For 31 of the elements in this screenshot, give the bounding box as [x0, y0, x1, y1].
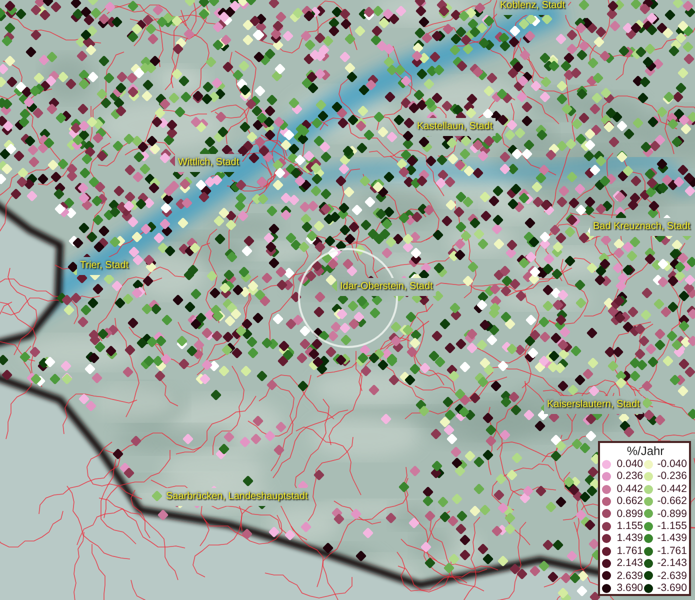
- place-label: Koblenz, Stadt: [500, 0, 566, 12]
- legend-value: 0.442: [616, 482, 643, 496]
- legend-title: %/Jahr: [626, 445, 666, 458]
- legend-value: -1.761: [656, 544, 687, 558]
- legend-value: -0.236: [656, 470, 687, 483]
- legend-value: -0.442: [656, 482, 687, 496]
- legend-value: 1.761: [616, 544, 643, 558]
- legend-value: -0.040: [656, 458, 687, 470]
- legend-value: 0.236: [616, 470, 643, 483]
- legend-value: -1.155: [656, 520, 687, 532]
- place-label: Kaiserslautern, Stadt: [547, 399, 640, 411]
- legend-value: -2.639: [656, 570, 687, 582]
- legend-value: 2.639: [616, 570, 643, 582]
- place-label: Idar-Oberstein, Stadt: [340, 281, 433, 293]
- place-label: Trier, Stadt: [80, 260, 129, 272]
- legend-value: 0.662: [616, 495, 643, 508]
- legend-value: -3.690: [656, 582, 687, 594]
- legend-value: 1.439: [616, 532, 643, 545]
- legend-value: 0.040: [616, 458, 643, 470]
- legend-value: 2.143: [616, 557, 643, 570]
- legend-value: -0.899: [656, 508, 687, 520]
- legend-value: -1.439: [656, 532, 687, 545]
- legend-value: 0.899: [616, 508, 643, 520]
- legend-value: -2.143: [656, 557, 687, 570]
- place-label: Wittlich, Stadt: [178, 157, 240, 169]
- legend-value: 1.155: [616, 520, 643, 532]
- place-label: Saarbrücken, Landeshauptstadt: [166, 491, 308, 503]
- legend-value: -0.662: [656, 495, 687, 508]
- place-label: Bad Kreuznach, Stadt: [593, 221, 690, 233]
- legend-value: 3.690: [616, 582, 643, 594]
- place-label: Kastellaun, Stadt: [417, 121, 493, 133]
